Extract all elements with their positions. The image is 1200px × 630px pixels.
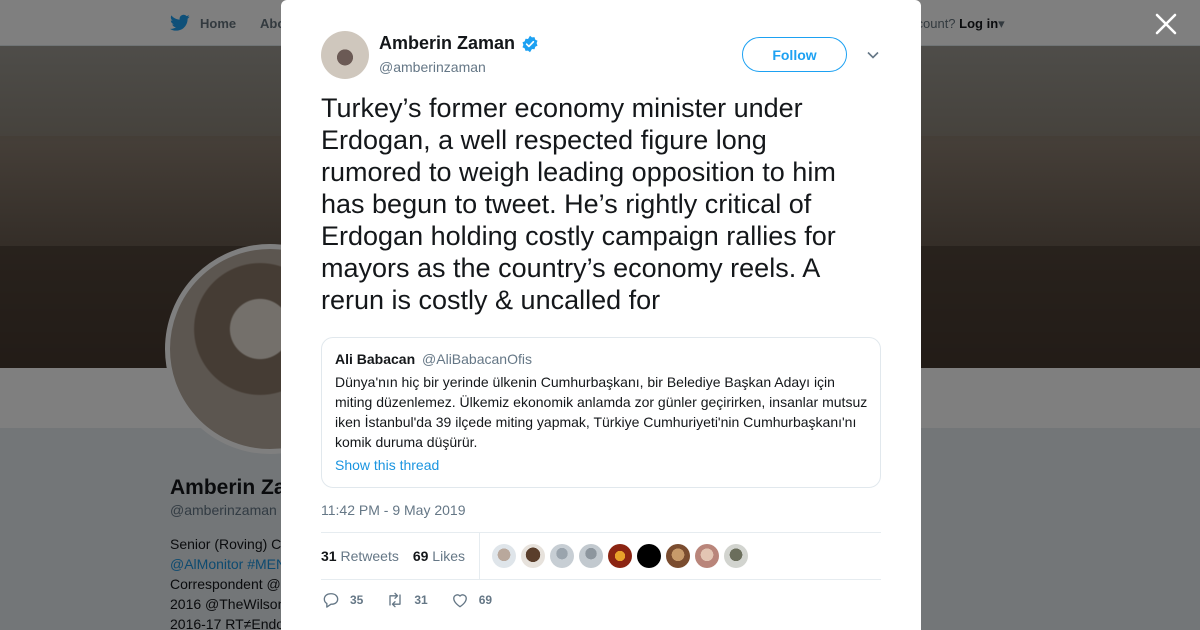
- quoted-tweet-header: Ali Babacan @AliBabacanOfis: [335, 351, 867, 367]
- liker-avatar[interactable]: [549, 544, 574, 568]
- show-thread-link[interactable]: Show this thread: [335, 457, 867, 473]
- likes-stat[interactable]: 69 Likes: [413, 548, 465, 564]
- tweet-actions: 35 31 69: [321, 590, 514, 610]
- author-handle[interactable]: @amberinzaman: [379, 59, 486, 75]
- liker-avatar[interactable]: [520, 544, 545, 568]
- retweet-count: 31: [414, 593, 428, 607]
- likes-count: 69: [412, 548, 429, 564]
- author-name-row[interactable]: Amberin Zaman: [379, 33, 539, 54]
- retweets-count: 31: [321, 548, 337, 564]
- quoted-author-handle: @AliBabacanOfis: [422, 351, 532, 367]
- verified-badge-icon: [522, 35, 538, 52]
- liker-avatar[interactable]: [578, 544, 603, 568]
- like-count: 69: [478, 593, 493, 607]
- quoted-tweet-text: Dünya'nın hiç bir yerinde ülkenin Cumhur…: [335, 374, 868, 450]
- close-icon[interactable]: [1154, 12, 1178, 36]
- retweet-action[interactable]: 31: [385, 590, 428, 610]
- quoted-author-name: Ali Babacan: [335, 351, 416, 367]
- tweet-modal: Amberin Zaman @amberinzaman Follow Turke…: [281, 0, 921, 630]
- liker-avatar[interactable]: [665, 544, 690, 568]
- liker-avatar[interactable]: [694, 544, 719, 568]
- follow-button[interactable]: Follow: [742, 37, 847, 72]
- reply-count: 35: [350, 593, 364, 607]
- like-icon: [452, 594, 467, 608]
- chevron-down-icon[interactable]: [866, 48, 880, 62]
- tweet-text: Turkey’s former economy minister under E…: [321, 93, 836, 315]
- stats-divider: [478, 533, 480, 579]
- reply-icon: [323, 593, 339, 608]
- like-action[interactable]: 69: [450, 590, 492, 610]
- liker-avatar[interactable]: [607, 544, 632, 568]
- liker-avatar[interactable]: [636, 544, 661, 568]
- retweets-label: Retweets: [340, 548, 399, 564]
- author-avatar[interactable]: [321, 31, 369, 79]
- retweets-stat[interactable]: 31 Retweets: [321, 548, 399, 564]
- liker-avatars: [491, 544, 748, 568]
- likes-label: Likes: [432, 548, 465, 564]
- tweet-stats: 31 Retweets 69 Likes: [321, 532, 881, 580]
- author-name[interactable]: Amberin Zaman: [379, 33, 515, 54]
- quoted-tweet[interactable]: Ali Babacan @AliBabacanOfis Dünya'nın hi…: [321, 337, 881, 488]
- retweet-icon: [389, 592, 402, 608]
- liker-avatar[interactable]: [491, 544, 516, 568]
- liker-avatar[interactable]: [723, 544, 748, 568]
- tweet-timestamp[interactable]: 11:42 PM - 9 May 2019: [321, 502, 465, 518]
- reply-action[interactable]: 35: [321, 590, 363, 610]
